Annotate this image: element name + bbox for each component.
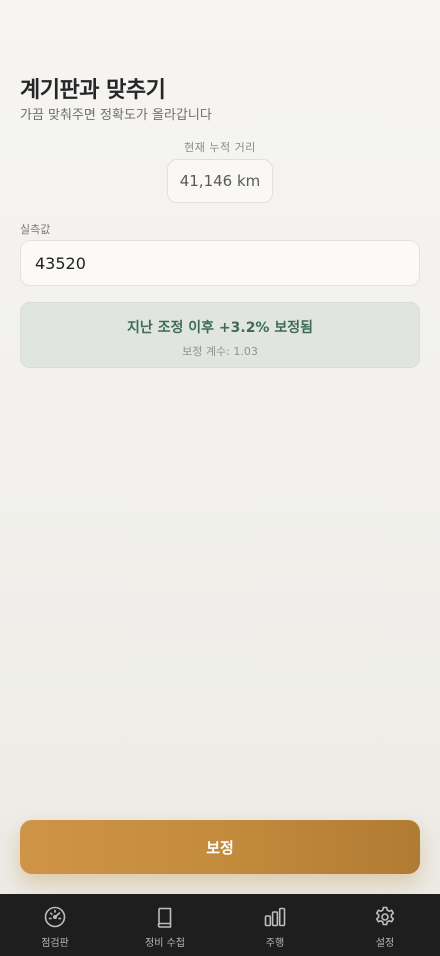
- current-distance-label: 현재 누적 거리: [184, 141, 256, 154]
- tab-maintenance-log-label: 정비 수첩: [145, 938, 185, 949]
- gear-icon: [375, 906, 395, 926]
- tab-settings[interactable]: 설정: [330, 894, 440, 956]
- gauge-icon: [44, 906, 66, 928]
- tab-driving-label: 주행: [265, 938, 285, 949]
- page-subtitle: 가끔 맞춰주면 정확도가 올라갑니다: [20, 108, 212, 123]
- tab-driving[interactable]: 주행: [220, 894, 330, 956]
- tab-maintenance-log[interactable]: 정비 수첩: [110, 894, 220, 956]
- tab-settings-label: 설정: [375, 938, 395, 949]
- bar-chart-icon: [264, 907, 286, 927]
- current-distance-value: 41,146 km: [167, 159, 273, 203]
- calibration-result-card: 지난 조정 이후 +3.2% 보정됨 보정 계수: 1.03: [20, 302, 420, 368]
- tab-dashboard-label: 점검판: [41, 938, 69, 949]
- apply-calibration-button[interactable]: 보정: [20, 820, 420, 874]
- book-icon: [157, 907, 172, 928]
- actual-value-label: 실측값: [20, 223, 51, 236]
- calibration-screen: 계기판과 맞추기 가끔 맞춰주면 정확도가 올라갑니다 현재 누적 거리 41,…: [0, 0, 440, 956]
- tab-dashboard[interactable]: 점검판: [0, 894, 110, 956]
- bottom-tab-bar: 점검판 정비 수첩 주행 설정: [0, 894, 440, 956]
- calibration-result-message: 지난 조정 이후 +3.2% 보정됨: [127, 320, 313, 336]
- page-title: 계기판과 맞추기: [20, 78, 166, 103]
- calibration-coefficient: 보정 계수: 1.03: [182, 345, 258, 358]
- actual-value-input[interactable]: [20, 240, 420, 286]
